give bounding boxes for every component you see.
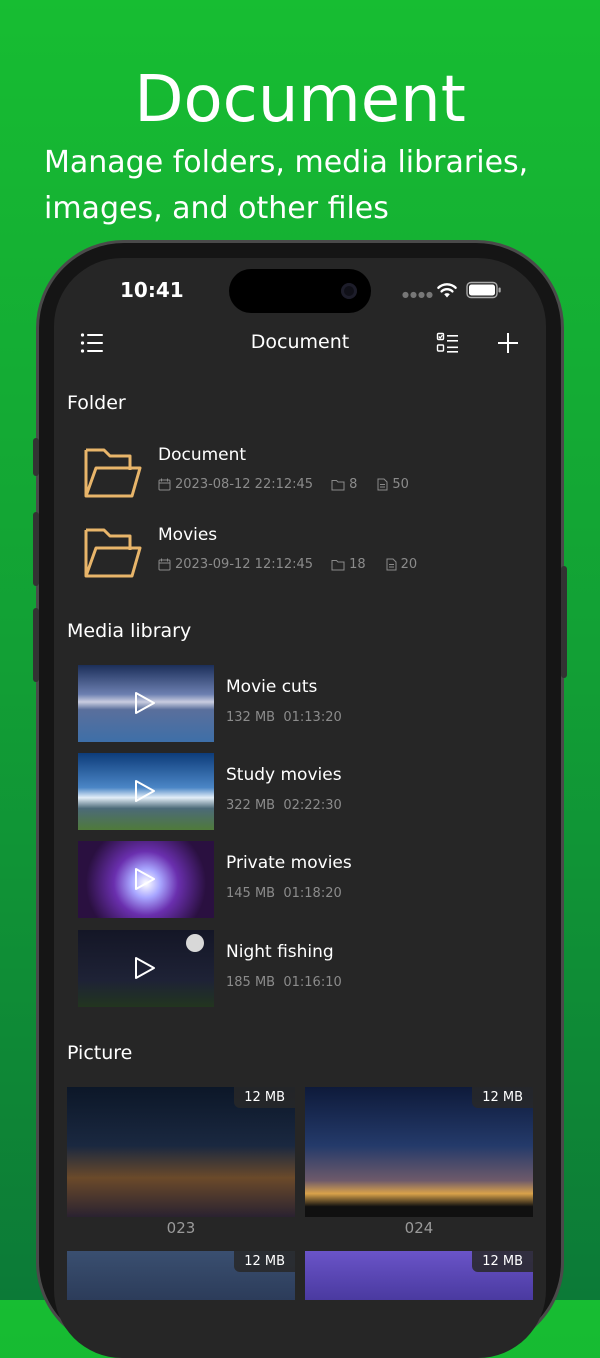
wifi-icon bbox=[437, 283, 457, 298]
subfolder-count-icon bbox=[331, 559, 345, 570]
folder-icon bbox=[84, 528, 142, 578]
checklist-icon[interactable] bbox=[436, 332, 460, 354]
folder-meta: 2023-08-12 22:12:45 8 50 bbox=[158, 477, 409, 492]
section-title-folder: Folder bbox=[67, 392, 126, 414]
picture-size-badge: 12 MB bbox=[472, 1251, 533, 1272]
media-meta: 145 MB 01:18:20 bbox=[226, 886, 342, 901]
promo-title: Document bbox=[134, 63, 466, 137]
folder-date: 2023-08-12 22:12:45 bbox=[175, 477, 314, 492]
promo-subtitle: Manage folders, media libraries, images,… bbox=[44, 145, 529, 226]
picture-thumbnail: 12 MB bbox=[67, 1087, 295, 1217]
media-size: 145 MB bbox=[226, 886, 276, 901]
media-duration: 01:16:10 bbox=[283, 975, 342, 990]
media-size: 322 MB bbox=[226, 798, 276, 813]
picture-thumbnail: 12 MB bbox=[67, 1251, 295, 1300]
file-count-icon bbox=[377, 478, 388, 491]
folder-file-count: 20 bbox=[400, 557, 418, 572]
play-icon bbox=[135, 957, 155, 979]
media-meta: 185 MB 01:16:10 bbox=[226, 975, 342, 990]
picture-size-badge: 12 MB bbox=[234, 1087, 295, 1108]
file-count-icon bbox=[386, 558, 397, 571]
side-button-mute bbox=[33, 438, 39, 476]
folder-name: Document bbox=[158, 445, 247, 465]
media-size: 185 MB bbox=[226, 975, 276, 990]
section-title-media-library: Media library bbox=[67, 620, 192, 642]
section-title-picture: Picture bbox=[67, 1042, 133, 1064]
media-meta: 132 MB 01:13:20 bbox=[226, 710, 342, 725]
navbar-title: Document bbox=[250, 331, 350, 353]
side-button-volume-down bbox=[33, 608, 39, 682]
folder-file-count: 50 bbox=[392, 477, 409, 492]
media-title: Private movies bbox=[226, 853, 352, 873]
side-button-power bbox=[561, 566, 567, 678]
side-button-volume-up bbox=[33, 512, 39, 586]
calendar-icon bbox=[158, 478, 171, 491]
media-title: Movie cuts bbox=[226, 677, 318, 697]
picture-thumbnail: 12 MB bbox=[305, 1087, 533, 1217]
play-icon bbox=[135, 692, 155, 714]
media-thumbnail bbox=[78, 841, 214, 918]
calendar-icon bbox=[158, 558, 171, 571]
dynamic-island bbox=[229, 269, 371, 313]
media-duration: 01:13:20 bbox=[283, 710, 342, 725]
plus-icon[interactable] bbox=[497, 332, 519, 354]
media-duration: 01:18:20 bbox=[283, 886, 342, 901]
media-meta: 322 MB 02:22:30 bbox=[226, 798, 342, 813]
media-thumbnail bbox=[78, 665, 214, 742]
battery-icon bbox=[466, 281, 501, 299]
folder-name: Movies bbox=[158, 525, 218, 545]
media-thumbnail bbox=[78, 753, 214, 830]
media-size: 132 MB bbox=[226, 710, 276, 725]
signal-dots-icon: ●●●● bbox=[402, 290, 434, 299]
folder-date: 2023-09-12 12:12:45 bbox=[175, 557, 314, 572]
picture-name: 024 bbox=[404, 1219, 434, 1237]
media-thumbnail bbox=[78, 930, 214, 1007]
subfolder-count-icon bbox=[331, 479, 345, 490]
play-icon bbox=[135, 868, 155, 890]
folder-meta: 2023-09-12 12:12:45 18 20 bbox=[158, 557, 417, 572]
list-menu-icon[interactable] bbox=[80, 332, 104, 354]
folder-subfolder-count: 18 bbox=[349, 557, 366, 572]
folder-icon bbox=[84, 448, 142, 498]
media-title: Night fishing bbox=[226, 942, 334, 962]
picture-name: 023 bbox=[166, 1219, 196, 1237]
picture-thumbnail: 12 MB bbox=[305, 1251, 533, 1300]
status-time: 10:41 bbox=[120, 278, 184, 302]
picture-size-badge: 12 MB bbox=[472, 1087, 533, 1108]
media-duration: 02:22:30 bbox=[283, 798, 342, 813]
media-title: Study movies bbox=[226, 765, 342, 785]
picture-size-badge: 12 MB bbox=[234, 1251, 295, 1272]
folder-subfolder-count: 8 bbox=[349, 477, 358, 492]
front-camera bbox=[341, 283, 357, 299]
play-icon bbox=[135, 780, 155, 802]
moon-shape bbox=[186, 934, 204, 952]
